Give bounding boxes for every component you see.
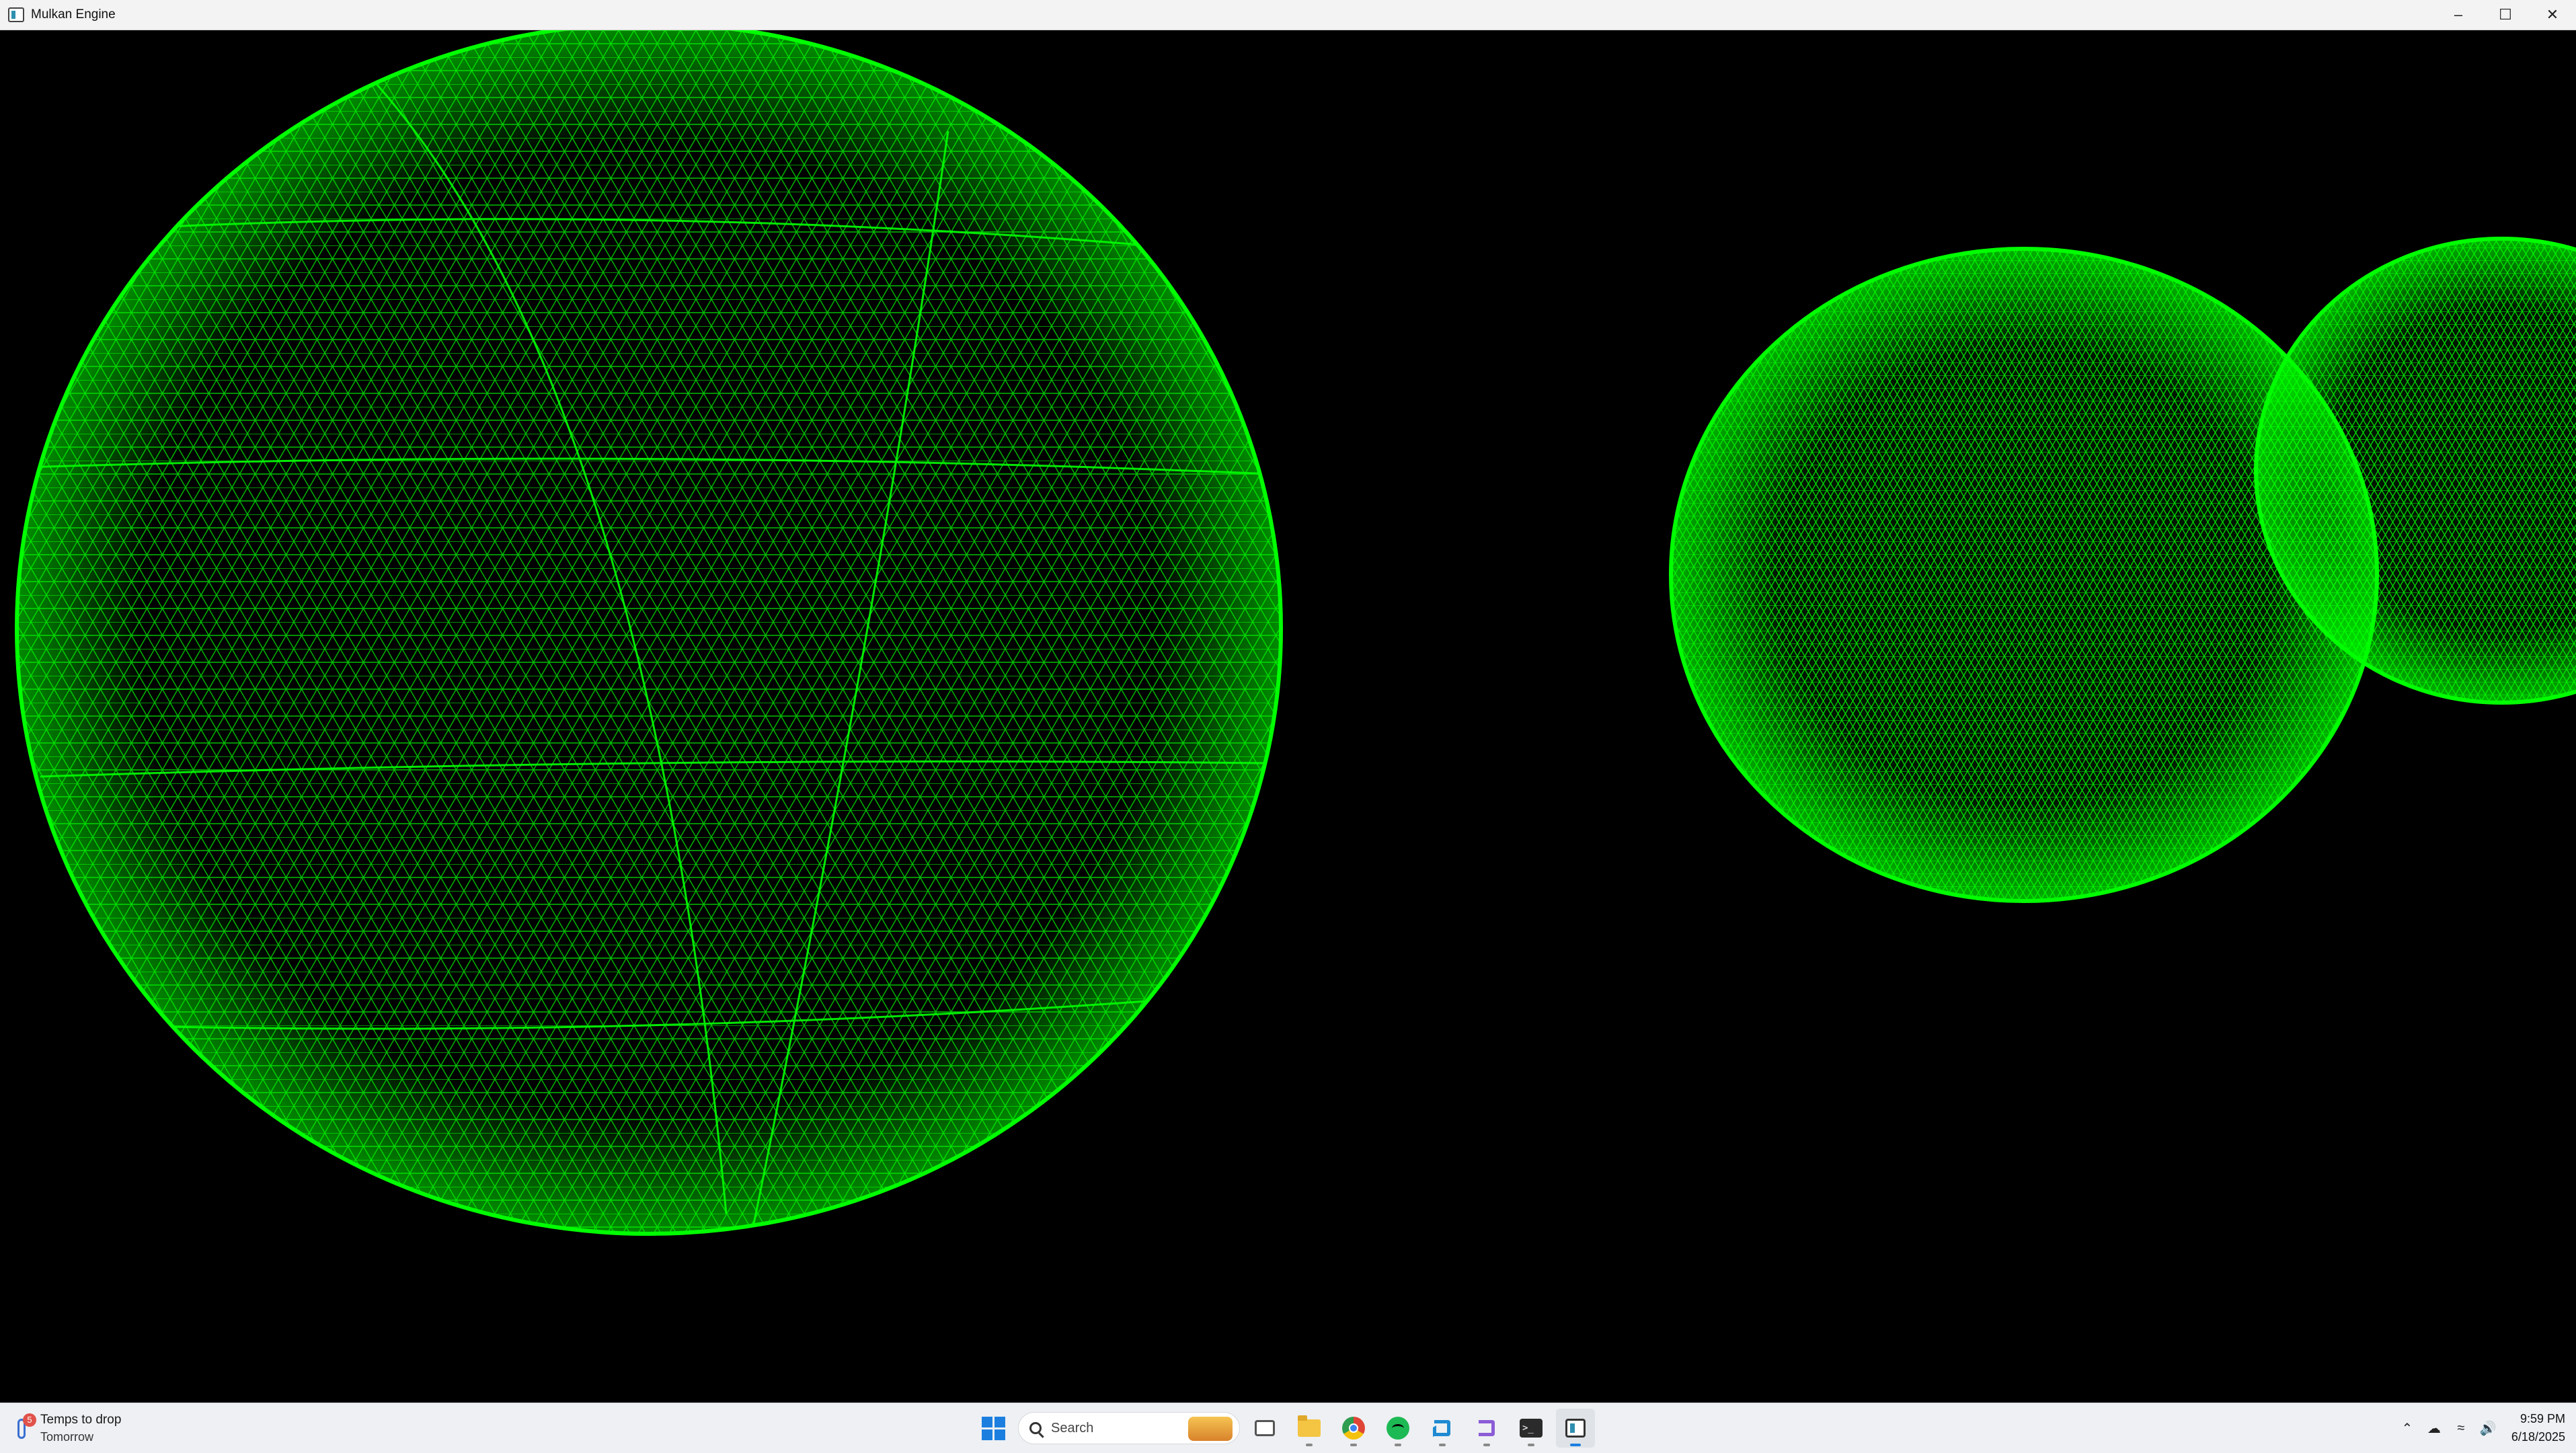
- weather-badge: 5: [23, 1413, 36, 1427]
- vscode-button[interactable]: [1423, 1409, 1462, 1448]
- wireframe-sphere-large: [15, 30, 1283, 1236]
- show-hidden-icons-button[interactable]: ⌃: [2396, 1417, 2419, 1440]
- start-button[interactable]: [974, 1409, 1013, 1448]
- window-title: Mulkan Engine: [31, 7, 116, 22]
- task-view-icon: [1255, 1420, 1275, 1436]
- volume-button[interactable]: 🔊: [2476, 1417, 2499, 1440]
- app-window-icon: [8, 7, 24, 22]
- terminal-button[interactable]: >_: [1512, 1409, 1551, 1448]
- maximize-icon: ☐: [2499, 6, 2512, 23]
- chrome-icon: [1342, 1417, 1365, 1440]
- clock[interactable]: 9:59 PM 6/18/2025: [2511, 1412, 2565, 1444]
- weather-headline: Temps to drop: [40, 1412, 122, 1427]
- search-box[interactable]: Search: [1018, 1412, 1240, 1444]
- visual-studio-icon: [1476, 1417, 1497, 1439]
- window-titlebar[interactable]: Mulkan Engine – ☐ ✕: [0, 0, 2576, 30]
- mulkan-engine-button[interactable]: [1556, 1409, 1595, 1448]
- close-icon: ✕: [2546, 6, 2559, 23]
- vscode-icon: [1432, 1417, 1453, 1439]
- chevron-up-icon: ⌃: [2401, 1421, 2413, 1436]
- app-window-icon: [1565, 1419, 1586, 1438]
- chrome-button[interactable]: [1334, 1409, 1373, 1448]
- search-placeholder: Search: [1051, 1420, 1094, 1436]
- taskbar: 5 Temps to drop Tomorrow Search >_ ⌃ ☁ ≈…: [0, 1403, 2576, 1453]
- wireframe-sphere-medium: [1669, 247, 2379, 903]
- windows-logo-icon: [981, 1416, 1005, 1440]
- weather-widget[interactable]: 5 Temps to drop Tomorrow: [13, 1409, 121, 1448]
- spotify-icon: [1387, 1417, 1409, 1440]
- minimize-button[interactable]: –: [2435, 0, 2482, 30]
- wifi-button[interactable]: ≈: [2450, 1417, 2472, 1440]
- close-button[interactable]: ✕: [2529, 0, 2576, 30]
- folder-icon: [1298, 1415, 1321, 1437]
- weather-subline: Tomorrow: [40, 1429, 94, 1444]
- taskbar-apps: Search >_: [974, 1409, 1595, 1448]
- speaker-icon: 🔊: [2479, 1421, 2497, 1436]
- search-icon: [1029, 1422, 1042, 1434]
- onedrive-button[interactable]: ☁: [2423, 1417, 2446, 1440]
- minimize-icon: –: [2454, 6, 2463, 23]
- cloud-icon: ☁: [2427, 1421, 2441, 1436]
- file-explorer-button[interactable]: [1290, 1409, 1329, 1448]
- wifi-icon: ≈: [2457, 1420, 2465, 1436]
- scene-canvas: [15, 30, 2576, 1236]
- task-view-button[interactable]: [1245, 1409, 1284, 1448]
- system-tray: ⌃ ☁ ≈ 🔊 9:59 PM 6/18/2025: [2392, 1409, 2565, 1448]
- clock-date: 6/18/2025: [2511, 1430, 2565, 1444]
- window-controls: – ☐ ✕: [2435, 0, 2576, 30]
- search-highlight-image: [1188, 1417, 1233, 1441]
- visual-studio-button[interactable]: [1467, 1409, 1506, 1448]
- terminal-icon: >_: [1520, 1419, 1543, 1438]
- spotify-button[interactable]: [1378, 1409, 1417, 1448]
- thermometer-icon: 5: [13, 1413, 36, 1443]
- render-viewport[interactable]: [0, 30, 2576, 1403]
- maximize-button[interactable]: ☐: [2482, 0, 2529, 30]
- clock-time: 9:59 PM: [2520, 1412, 2565, 1425]
